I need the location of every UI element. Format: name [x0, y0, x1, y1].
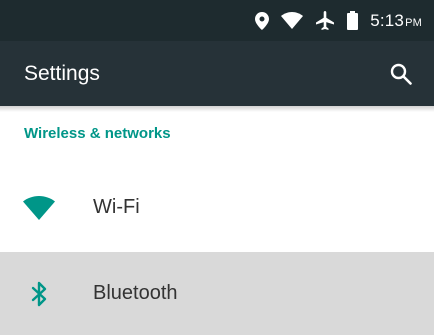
settings-item-wifi[interactable]: Wi-Fi	[0, 166, 434, 249]
status-time-ampm: PM	[405, 16, 422, 29]
status-time-value: 5:13	[370, 10, 405, 30]
search-button[interactable]	[386, 59, 416, 89]
airplane-icon	[315, 10, 335, 31]
wifi-signal-icon	[281, 12, 304, 29]
settings-item-bluetooth[interactable]: Bluetooth	[0, 252, 434, 335]
search-icon	[390, 63, 412, 85]
location-icon	[255, 11, 270, 30]
status-bar: 5:13PM	[0, 0, 434, 41]
status-time: 5:13PM	[370, 11, 422, 31]
settings-item-label-bluetooth: Bluetooth	[93, 282, 178, 304]
toolbar: Settings	[0, 41, 434, 106]
section-header-wireless: Wireless & networks	[24, 125, 171, 142]
battery-icon	[347, 11, 359, 30]
page-title: Settings	[24, 61, 100, 85]
bluetooth-icon	[23, 278, 55, 310]
wifi-icon	[23, 192, 55, 224]
settings-item-label-wifi: Wi-Fi	[93, 196, 140, 218]
toolbar-shadow	[0, 106, 434, 112]
